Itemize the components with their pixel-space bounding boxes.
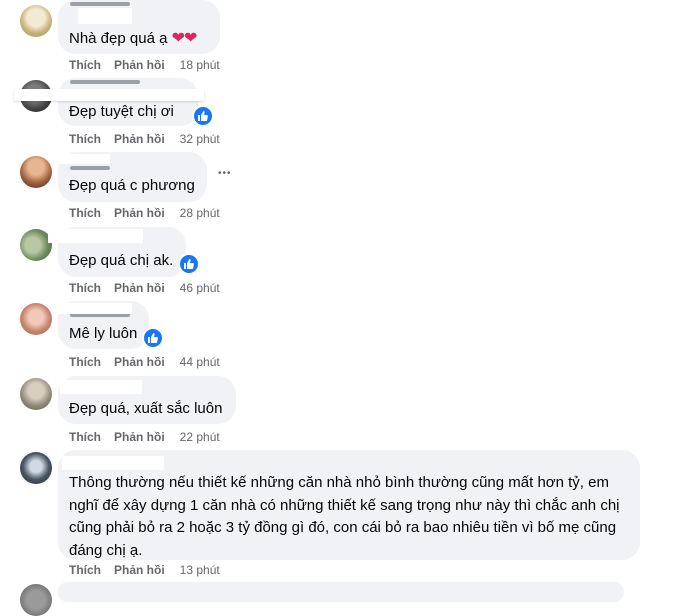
like-reaction-badge[interactable] [142,327,164,349]
redacted-author-name [70,80,140,84]
like-button[interactable]: Thích [69,206,101,220]
redacted-author-name [70,2,130,6]
avatar[interactable] [20,378,52,410]
thumbs-up-icon [148,333,158,343]
comment-bubble [58,582,624,602]
reply-button[interactable]: Phản hồi [114,132,165,146]
reply-button[interactable]: Phản hồi [114,355,165,369]
comment-text: Đẹp quá chị ak. [69,252,174,269]
redacted-author-name [70,166,110,170]
like-button[interactable]: Thích [69,430,101,444]
comment-text: Nhà đẹp quá ạ ❤❤ [69,30,198,47]
timestamp[interactable]: 18 phút [180,58,220,72]
comment-actions: Thích Phản hồi 13 phút [69,563,220,577]
heart-icon: ❤❤ [171,30,198,47]
comment-actions: Thích Phản hồi 18 phút [69,58,220,72]
comment-actions: Thích Phản hồi 44 phút [69,355,220,369]
timestamp[interactable]: 44 phút [180,355,220,369]
redaction-bar [54,303,132,314]
comment-bubble: Đẹp quá chị ak. [48,227,186,277]
comment-text: Đẹp tuyệt chị ơi [69,103,174,120]
reply-button[interactable]: Phản hồi [114,563,165,577]
redaction-bar [62,456,164,470]
thumbs-up-icon [184,259,194,269]
like-button[interactable]: Thích [69,58,101,72]
comment-actions: Thích Phản hồi 32 phút [69,132,220,146]
timestamp[interactable]: 13 phút [180,563,220,577]
comment-actions: Thích Phản hồi 22 phút [69,430,220,444]
like-button[interactable]: Thích [69,355,101,369]
avatar[interactable] [20,303,52,335]
like-button[interactable]: Thích [69,563,101,577]
timestamp[interactable]: 28 phút [180,206,220,220]
redaction-bar [14,89,204,101]
comment-bubble: Nhà đẹp quá ạ ❤❤ [58,0,220,54]
reply-button[interactable]: Phản hồi [114,206,165,220]
reply-button[interactable]: Phản hồi [114,430,165,444]
avatar[interactable] [20,5,52,37]
timestamp[interactable]: 46 phút [180,281,220,295]
avatar[interactable] [20,584,52,616]
more-options-icon[interactable]: ••• [218,168,232,179]
thumbs-up-icon [198,111,208,121]
comment-text: Đẹp quá c phương [69,177,195,194]
comment-actions: Thích Phản hồi 46 phút [69,281,220,295]
comment-text: Đẹp quá, xuất sắc luôn [69,400,223,417]
reply-button[interactable]: Phản hồi [114,58,165,72]
like-reaction-badge[interactable] [178,253,200,275]
comment-bubble: Đẹp tuyệt chị ơi [58,78,198,126]
reply-button[interactable]: Phản hồi [114,281,165,295]
timestamp[interactable]: 22 phút [180,430,220,444]
comment-bubble: Đẹp quá c phương [58,152,207,202]
timestamp[interactable]: 32 phút [180,132,220,146]
like-button[interactable]: Thích [69,132,101,146]
like-reaction-badge[interactable] [192,105,214,127]
like-button[interactable]: Thích [69,281,101,295]
redaction-bar [60,380,142,394]
comment-bubble: Thông thường nếu thiết kế những căn nhà … [58,450,640,560]
redaction-bar [58,154,110,164]
comment-text: Mê ly luôn [69,325,138,342]
comment-bubble: Đẹp quá, xuất sắc luôn [58,376,236,424]
comment-actions: Thích Phản hồi 28 phút [69,206,220,220]
redaction-bar [78,8,132,24]
avatar[interactable] [20,452,52,484]
redaction-bar [48,229,143,243]
avatar[interactable] [20,156,52,188]
comment-text: Thông thường nếu thiết kế những căn nhà … [69,474,620,559]
comment-bubble: Mê ly luôn [54,301,149,349]
